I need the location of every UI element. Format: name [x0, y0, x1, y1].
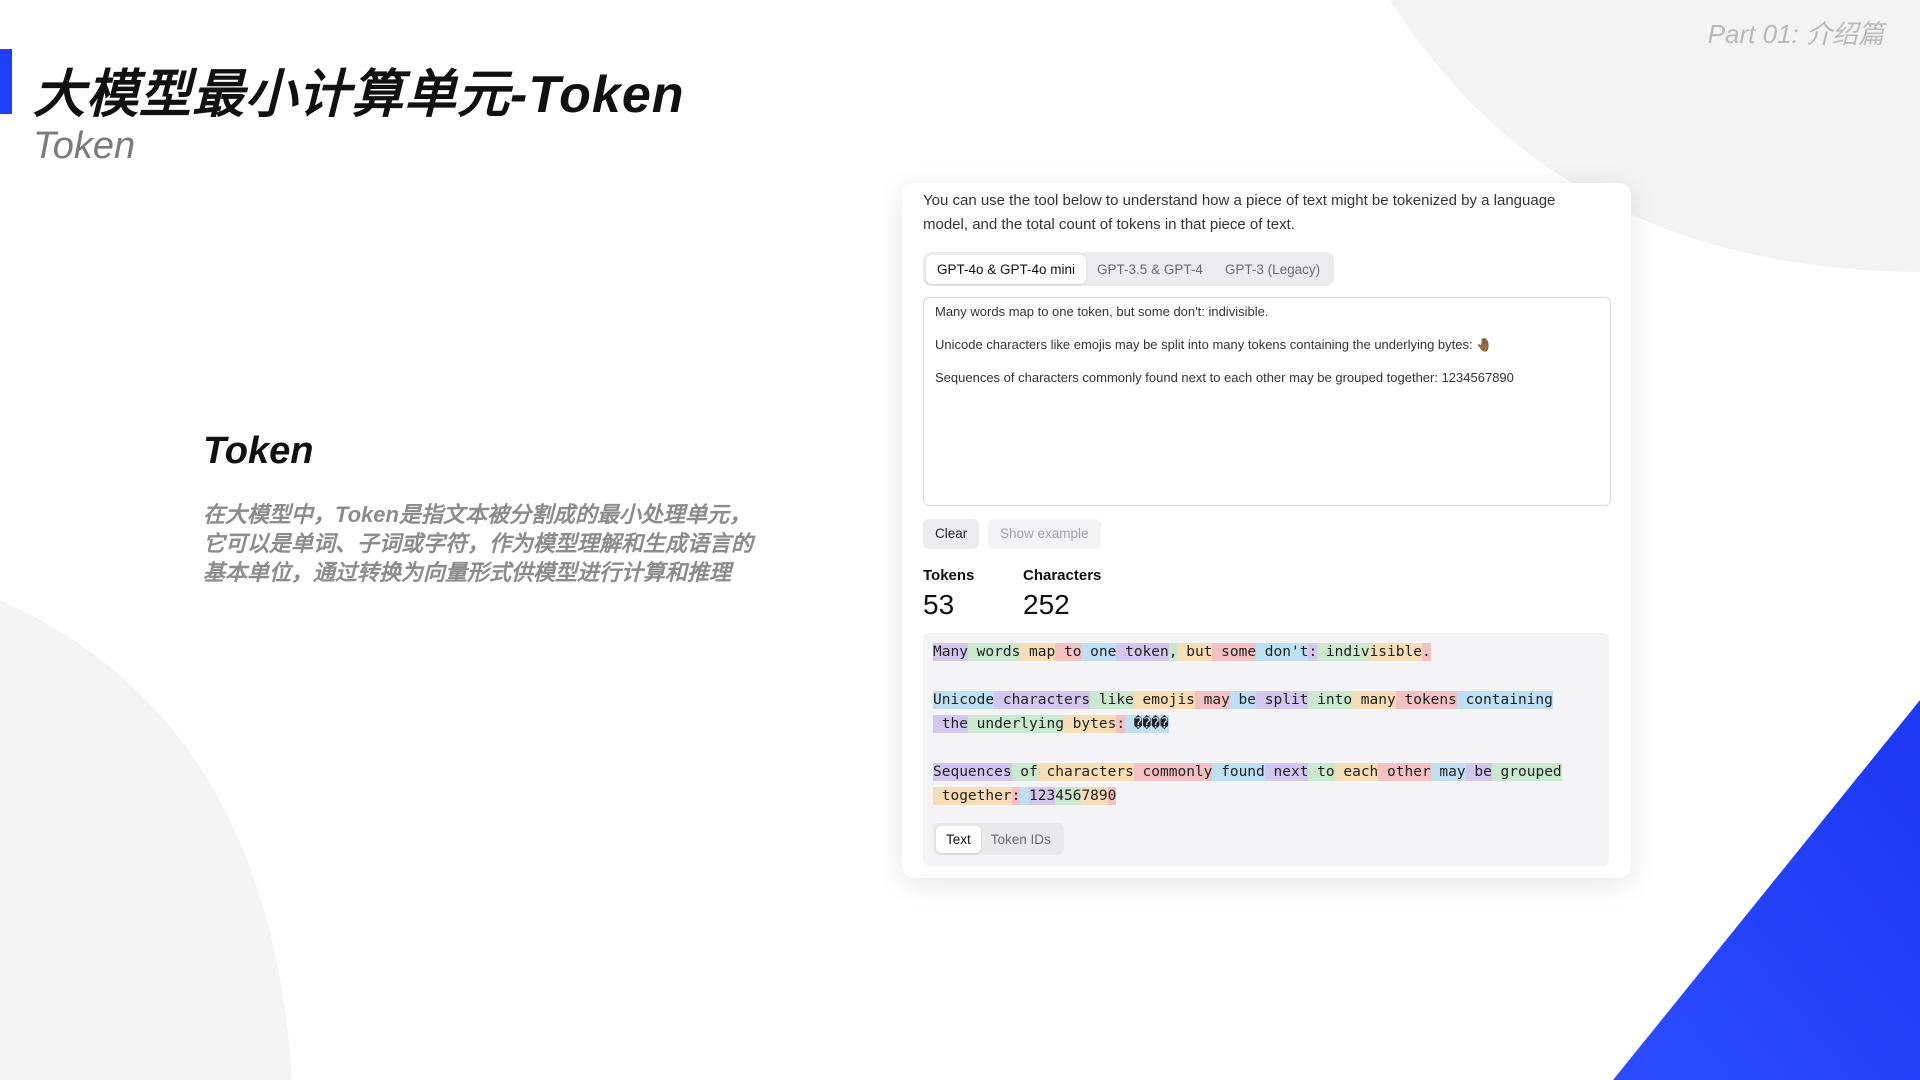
token-chip: may [1194, 691, 1230, 709]
token-chip: characters [1037, 763, 1134, 781]
token-chip: many [1352, 691, 1396, 709]
token-chip: commonly [1133, 763, 1213, 781]
token-chip: indiv [1317, 643, 1370, 661]
tokens-label: Tokens [923, 567, 975, 584]
token-chip: . [1421, 643, 1431, 661]
token-chip: grouped [1491, 763, 1562, 781]
slide-title: 大模型最小计算单元-Token [33, 66, 685, 124]
tab-gpt-4o[interactable]: GPT-4o & GPT-4o mini [926, 254, 1087, 284]
token-chip: ���� [1125, 715, 1169, 733]
token-chip: Unicode [933, 691, 995, 709]
model-tabs: GPT-4o & GPT-4o mini GPT-3.5 & GPT-4 GPT… [923, 252, 1335, 286]
token-chip: words [967, 643, 1021, 661]
tokenizer-intro: You can use the tool below to understand… [923, 189, 1603, 237]
token-chip: the [933, 715, 968, 733]
token-chip: of [1011, 763, 1038, 781]
token-chip: 456 [1055, 787, 1082, 805]
token-line: the underlying bytes: ���� [933, 714, 1169, 734]
tab-gpt-3-5-gpt-4[interactable]: GPT-3.5 & GPT-4 [1086, 255, 1214, 284]
characters-label: Characters [1023, 567, 1102, 584]
token-chip: found [1212, 763, 1265, 781]
token-chip: one [1081, 643, 1117, 661]
token-line: together: 1234567890 [933, 786, 1117, 806]
token-chip: Many [933, 643, 968, 661]
concept-line: 在大模型中，Token是指文本被分割成的最小处理单元， [203, 502, 751, 527]
tab-text[interactable]: Text [936, 825, 981, 853]
intro-line: You can use the tool below to understand… [923, 192, 1556, 209]
token-line: Sequences of characters commonly found n… [933, 762, 1562, 782]
token-chip: characters [994, 691, 1091, 709]
token-chip: tokens [1395, 691, 1457, 709]
token-line: Unicode characters like emojis may be sp… [933, 690, 1553, 710]
characters-count: 252 [1023, 589, 1070, 620]
token-visualization: Many words map to one token, but some do… [923, 633, 1609, 866]
token-chip: bytes [1063, 715, 1117, 733]
show-example-button[interactable]: Show example [988, 519, 1101, 549]
text-input[interactable]: Many words map to one token, but some do… [923, 297, 1611, 506]
token-chip: containing [1456, 691, 1553, 709]
token-chip: together [933, 787, 1012, 805]
tab-token-ids[interactable]: Token IDs [981, 826, 1061, 853]
concept-line: 它可以是单词、子词或字符，作为模型理解和生成语言的 [203, 531, 754, 556]
concept-heading: Token [203, 430, 314, 472]
token-line: Many words map to one token, but some do… [933, 642, 1431, 662]
part-label: Part 01: 介绍篇 [1707, 19, 1884, 49]
token-chip: to [1308, 763, 1335, 781]
token-chip: may [1430, 763, 1466, 781]
token-chip: don't [1256, 643, 1309, 661]
token-chip: 123 [1029, 787, 1056, 805]
title-accent-bar [0, 49, 12, 114]
token-chip: into [1308, 691, 1353, 709]
token-chip: some [1212, 643, 1257, 661]
token-chip: underlying [967, 715, 1064, 733]
intro-line: model, and the total count of tokens in … [923, 216, 1295, 233]
tokens-count: 53 [923, 589, 955, 620]
token-chip: but [1177, 643, 1213, 661]
token-chip: map [1020, 643, 1056, 661]
slide-subtitle: Token [33, 125, 136, 167]
token-chip: 789 [1081, 787, 1108, 805]
token-chip: : [1116, 715, 1126, 733]
input-text-line: Sequences of characters commonly found n… [935, 370, 1514, 385]
token-chip: : [1011, 787, 1021, 805]
token-chip: split [1256, 691, 1309, 709]
concept-description: 在大模型中，Token是指文本被分割成的最小处理单元， 它可以是单词、子词或字符… [203, 500, 823, 587]
tab-gpt-3-legacy[interactable]: GPT-3 (Legacy) [1214, 255, 1331, 284]
input-text-line: Many words map to one token, but some do… [935, 304, 1269, 319]
token-chip [1020, 787, 1030, 805]
input-text-line: Unicode characters like emojis may be sp… [935, 337, 1493, 352]
token-chip: other [1378, 763, 1431, 781]
token-chip: each [1334, 763, 1379, 781]
token-chip: token [1116, 643, 1169, 661]
concept-line: 基本单位，通过转换为向量形式供模型进行计算和推理 [203, 560, 732, 585]
token-chip: 0 [1107, 787, 1117, 805]
tokenizer-card: You can use the tool below to understand… [902, 183, 1631, 878]
token-chip: next [1264, 763, 1309, 781]
slide: 大模型最小计算单元-Token Token Part 01: 介绍篇 Token… [0, 0, 1920, 1080]
token-chip: emojis [1133, 691, 1195, 709]
token-chip: be [1229, 691, 1257, 709]
token-chip: Sequences [933, 763, 1012, 781]
clear-button[interactable]: Clear [923, 519, 980, 549]
token-chip: be [1465, 763, 1492, 781]
token-chip: like [1090, 691, 1134, 709]
token-chip: to [1055, 643, 1082, 661]
token-chip: isible [1369, 643, 1422, 661]
view-tabs: Text Token IDs [933, 823, 1064, 855]
token-chip: : [1308, 643, 1318, 661]
